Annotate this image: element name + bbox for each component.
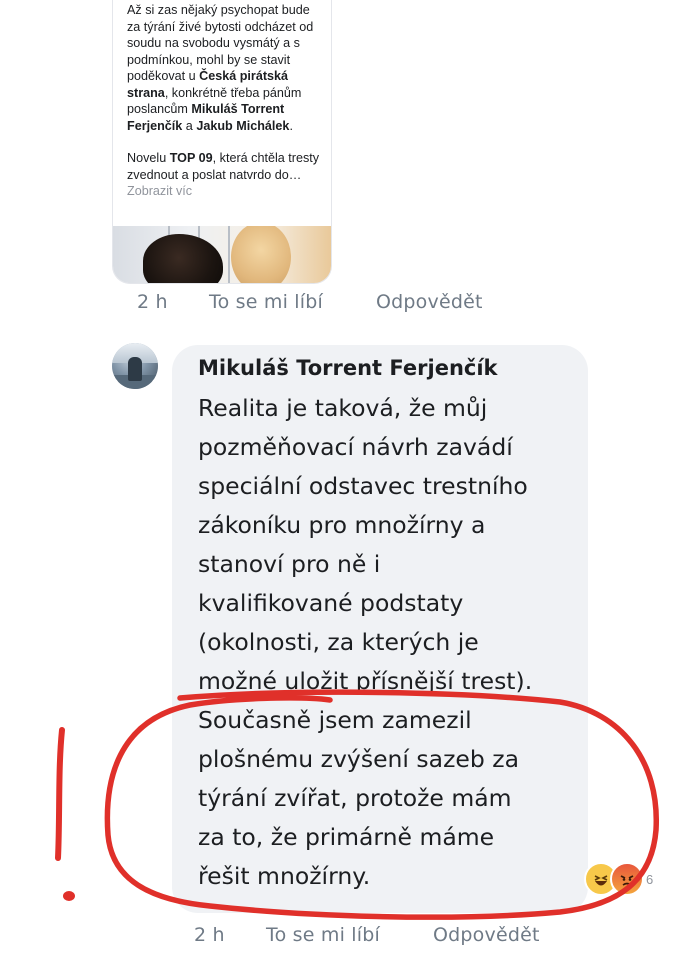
shared-post-card[interactable]: Až si zas nějaký psychopat bude za týrán…: [112, 0, 332, 284]
comment-line: řešit množírny.: [198, 862, 371, 890]
comment-line: speciální odstavec trestního: [198, 472, 528, 500]
comment-line: pozměňovací návrh zavádí: [198, 433, 513, 461]
reply-button[interactable]: Odpovědět: [376, 291, 483, 313]
reaction-count: 6: [646, 872, 654, 887]
shared-post-paragraph-1: Až si zas nějaký psychopat bude za týrán…: [127, 2, 323, 134]
exclamation-dot: [63, 891, 75, 901]
angry-icon: [610, 862, 644, 896]
dog-photo-shape: [143, 234, 223, 283]
shared-post-text: Až si zas nějaký psychopat bude za týrán…: [127, 2, 323, 216]
see-more-link[interactable]: Zobrazit víc: [127, 184, 192, 198]
shared-post-paragraph-2: Novelu TOP 09, která chtěla tresty zvedn…: [127, 150, 323, 200]
text-segment: Novelu: [127, 151, 170, 165]
avatar[interactable]: [112, 343, 158, 389]
page-link-top09[interactable]: TOP 09: [170, 151, 213, 165]
comment-line: (okolnosti, za kterých je: [198, 628, 479, 656]
like-button[interactable]: To se mi líbí: [266, 924, 380, 946]
comment-actions-row: 2 h To se mi líbí Odpovědět: [0, 924, 697, 954]
comment-text: Realita je taková, že můj pozměňovací ná…: [198, 389, 578, 896]
timestamp: 2 h: [194, 924, 225, 946]
text-segment: .: [289, 118, 293, 133]
post-actions-row: 2 h To se mi líbí Odpovědět: [0, 291, 697, 321]
exclamation-stroke: [55, 727, 65, 861]
comment-line: za to, že primárně máme: [198, 823, 495, 851]
comment-author[interactable]: Mikuláš Torrent Ferjenčík: [198, 356, 498, 380]
comment-line: stanoví pro ně i: [198, 550, 381, 578]
comment-line: plošnému zvýšení sazeb za: [198, 745, 519, 773]
timestamp: 2 h: [137, 291, 168, 313]
reactions-summary[interactable]: 6: [584, 862, 664, 896]
comment-line: týrání zvířat, protože mám: [198, 784, 512, 812]
person-photo-shape: [231, 226, 291, 283]
comment-line: možné uložit přísnější trest).: [198, 667, 533, 695]
like-button[interactable]: To se mi líbí: [209, 291, 323, 313]
cage-bar: [228, 226, 230, 283]
profile-link-michalek[interactable]: Jakub Michálek: [196, 119, 289, 133]
comment-line: Současně jsem zamezil: [198, 706, 472, 734]
text-segment: a: [182, 118, 197, 133]
comment-line: Realita je taková, že můj: [198, 394, 488, 422]
reply-button[interactable]: Odpovědět: [433, 924, 540, 946]
shared-post-image[interactable]: [113, 226, 331, 283]
comment-line: kvalifikované podstaty: [198, 589, 464, 617]
avatar-figure: [128, 357, 142, 381]
comment-line: zákoníku pro množírny a: [198, 511, 486, 539]
